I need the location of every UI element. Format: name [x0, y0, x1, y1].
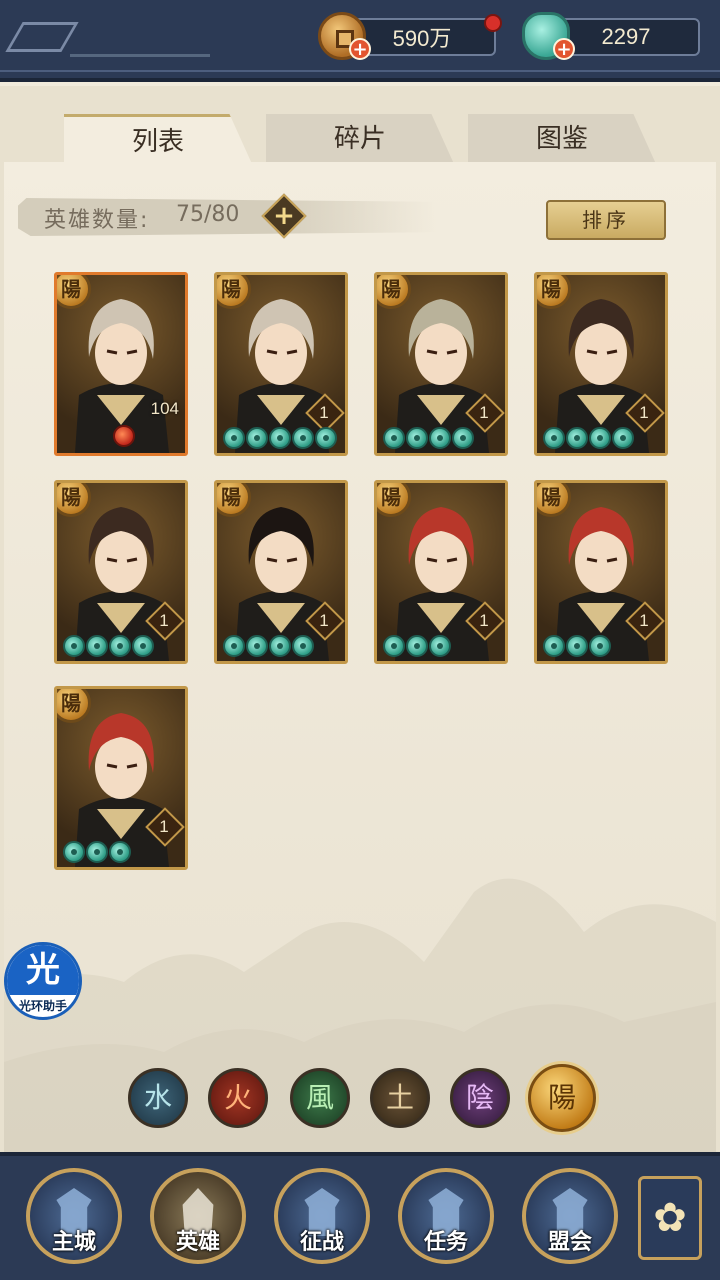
jade-star-icon	[86, 635, 108, 657]
hero-card[interactable]: 陽1	[374, 272, 508, 456]
flower-menu-icon: ✿	[653, 1195, 687, 1241]
jade-star-icon	[612, 427, 634, 449]
hero-card[interactable]: 陽1	[534, 480, 668, 664]
star-row	[543, 635, 611, 657]
helper-name: 光环助手	[18, 999, 67, 1013]
nav-guild-label: 盟会	[547, 1230, 592, 1255]
star-row	[383, 635, 451, 657]
hero-card[interactable]: 陽 104	[54, 272, 188, 456]
jade-star-icon	[315, 427, 337, 449]
star-row	[63, 635, 154, 657]
hero-level: 1	[639, 403, 649, 422]
hero-card[interactable]: 陽1	[214, 272, 348, 456]
hero-card[interactable]: 陽1	[54, 686, 188, 870]
nav-city[interactable]: 主城	[26, 1168, 122, 1264]
jade-star-icon	[223, 635, 245, 657]
jade-star-icon	[452, 427, 474, 449]
hero-level: 1	[159, 817, 169, 836]
more-menu-button[interactable]: ✿	[638, 1176, 702, 1260]
hero-level: 1	[639, 611, 649, 630]
notification-dot	[484, 14, 502, 32]
jade-star-icon	[132, 635, 154, 657]
jade-star-icon	[246, 635, 268, 657]
nav-battle-label: 征战	[299, 1230, 344, 1255]
hero-card[interactable]: 陽1	[374, 480, 508, 664]
nav-hero-label: 英雄	[175, 1230, 220, 1255]
nav-task-label: 任务	[423, 1230, 468, 1255]
add-jade-button[interactable]: +	[553, 38, 575, 60]
jade-star-icon	[566, 635, 588, 657]
filter-fire-icon[interactable]: 火	[208, 1068, 268, 1128]
jade-star-icon	[406, 427, 428, 449]
hero-level: 1	[479, 611, 489, 630]
hero-level: 1	[319, 403, 329, 422]
jade-star-icon	[109, 635, 131, 657]
helper-glyph: 光	[7, 945, 79, 995]
star-row	[383, 427, 474, 449]
jade-star-icon	[406, 635, 428, 657]
jade-star-icon	[63, 635, 85, 657]
jade-star-icon	[292, 427, 314, 449]
filter-water-icon[interactable]: 水	[128, 1068, 188, 1128]
awaken-mark-icon	[113, 425, 135, 447]
hero-level: 1	[479, 403, 489, 422]
jade-star-icon	[383, 635, 405, 657]
jade-star-icon	[383, 427, 405, 449]
filter-earth-icon[interactable]: 土	[370, 1068, 430, 1128]
jade-star-icon	[109, 841, 131, 863]
hero-count-value: 75/80	[176, 202, 240, 227]
filter-yang-icon[interactable]: 陽	[528, 1064, 596, 1132]
hero-card[interactable]: 陽1	[214, 480, 348, 664]
jade-star-icon	[86, 841, 108, 863]
jade-value: 2297	[601, 24, 651, 49]
menu-logo-icon	[5, 22, 79, 52]
helper-app-badge[interactable]: 光 光环助手	[4, 942, 82, 1020]
jade-star-icon	[292, 635, 314, 657]
hero-level: 1	[159, 611, 169, 630]
jade-star-icon	[269, 427, 291, 449]
jade-star-icon	[543, 427, 565, 449]
hero-count-label: 英雄数量:	[44, 208, 150, 233]
copper-value: 590万	[392, 26, 452, 51]
star-row	[543, 427, 634, 449]
hero-card[interactable]: 陽1	[54, 480, 188, 664]
jade-star-icon	[429, 427, 451, 449]
nav-city-label: 主城	[51, 1230, 96, 1255]
filter-wind-icon[interactable]: 風	[290, 1068, 350, 1128]
nav-task[interactable]: 任务	[398, 1168, 494, 1264]
jade-star-icon	[63, 841, 85, 863]
jade-star-icon	[543, 635, 565, 657]
jade-star-icon	[589, 635, 611, 657]
tab-shards[interactable]: 碎片	[266, 114, 454, 164]
jade-star-icon	[566, 427, 588, 449]
jade-star-icon	[223, 427, 245, 449]
tab-list[interactable]: 列表	[64, 114, 252, 164]
hero-level: 104	[150, 399, 179, 418]
jade-star-icon	[269, 635, 291, 657]
nav-hero[interactable]: 英雄	[150, 1168, 246, 1264]
filter-yin-icon[interactable]: 陰	[450, 1068, 510, 1128]
nav-battle[interactable]: 征战	[274, 1168, 370, 1264]
hero-card[interactable]: 陽1	[534, 272, 668, 456]
star-row	[223, 427, 337, 449]
jade-star-icon	[429, 635, 451, 657]
nav-guild[interactable]: 盟会	[522, 1168, 618, 1264]
jade-star-icon	[246, 427, 268, 449]
plus-icon: +	[273, 201, 295, 231]
divider	[70, 54, 210, 57]
star-row	[223, 635, 314, 657]
add-copper-button[interactable]: +	[349, 38, 371, 60]
sort-button[interactable]: 排序	[546, 200, 666, 240]
star-row	[63, 841, 131, 863]
hero-level: 1	[319, 611, 329, 630]
tab-atlas[interactable]: 图鉴	[468, 114, 656, 164]
jade-star-icon	[589, 427, 611, 449]
